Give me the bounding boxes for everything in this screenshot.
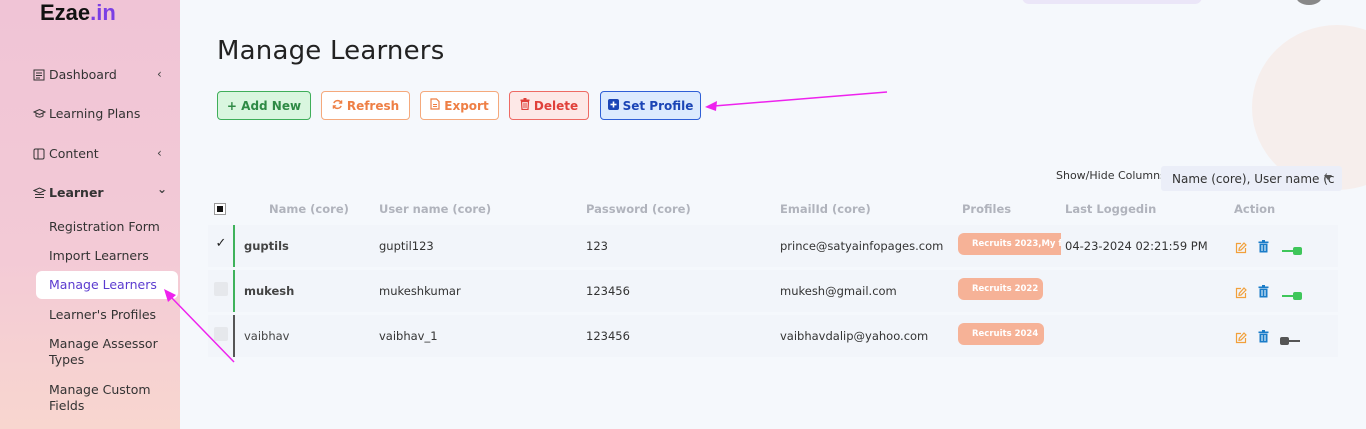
table-row[interactable]: ✓ guptils guptil123 123 prince@satyainfo… [208,225,1338,267]
sidebar-item-content[interactable]: Content ‹ [33,146,162,161]
graduation-cap-icon [32,108,47,120]
chevron-down-icon: ⌄ [157,182,168,196]
trash-icon[interactable] [1258,328,1269,343]
profile-badge: Recruits 2024 [958,323,1044,345]
chevron-left-icon: ‹ [157,146,162,160]
learner-icon [32,186,47,199]
row-checkbox[interactable]: ✓ [214,237,228,251]
sidebar-item-learning-plans[interactable]: Learning Plans [32,106,140,121]
cell-email: prince@satyainfopages.com [780,239,944,253]
trash-icon[interactable] [1258,283,1269,298]
chevron-left-icon: ‹ [157,67,162,81]
cell-username: vaibhav_1 [379,329,438,343]
page-title: Manage Learners [217,36,445,66]
edit-icon[interactable] [1235,329,1247,344]
export-button[interactable]: Export [420,91,499,120]
set-profile-button[interactable]: Set Profile [600,91,701,120]
trash-icon [520,98,530,113]
show-hide-columns-select[interactable]: Name (core), User name (c [1161,166,1342,191]
table-row[interactable]: vaibhav vaibhav_1 123456 vaibhavdalip@ya… [208,315,1338,357]
sidebar-subitem-manage-learners[interactable]: Manage Learners [36,271,178,299]
show-hide-columns-label: Show/Hide Columns: [1056,169,1170,182]
cell-password: 123456 [586,284,630,298]
top-search-pill[interactable] [1022,0,1202,4]
column-header-username[interactable]: User name (core) [379,202,491,216]
avatar[interactable] [1296,0,1322,5]
sidebar-subitem-registration-form[interactable]: Registration Form [49,219,169,235]
sidebar-item-dashboard[interactable]: Dashboard ‹ [33,67,162,82]
cell-password: 123 [586,239,608,253]
cell-username: mukeshkumar [379,284,461,298]
refresh-button[interactable]: Refresh [321,91,410,120]
status-toggle[interactable] [1280,241,1302,255]
row-status-bar [233,270,235,312]
select-all-checkbox[interactable] [214,203,226,215]
profile-badge: Recruits 2022 [958,278,1043,300]
status-toggle[interactable] [1280,331,1302,345]
row-checkbox[interactable] [214,282,228,296]
sidebar-subitem-learners-profiles[interactable]: Learner's Profiles [49,307,169,323]
caret-down-icon [1324,175,1332,180]
sidebar-subitem-import-learners[interactable]: Import Learners [49,248,169,264]
add-new-button[interactable]: + Add New [217,91,311,120]
cell-email: vaibhavdalip@yahoo.com [780,329,929,343]
edit-icon[interactable] [1235,284,1247,299]
profile-badge: Recruits 2023,My first [958,233,1061,255]
sidebar: Ezae.in Dashboard ‹ Learning Plans Conte… [0,0,180,429]
sidebar-subitem-manage-custom-fields[interactable]: Manage Custom Fields [49,382,159,414]
status-toggle[interactable] [1280,286,1302,300]
cell-email: mukesh@gmail.com [780,284,897,298]
row-status-bar [233,315,235,357]
cell-name: guptils [244,239,289,253]
column-header-last-loggedin[interactable]: Last Loggedin [1065,202,1156,216]
dashboard-icon [33,69,45,81]
column-header-password[interactable]: Password (core) [586,202,691,216]
cell-last-loggedin: 04-23-2024 02:21:59 PM [1065,239,1208,253]
content-icon [33,148,45,160]
sidebar-item-learner[interactable]: Learner ⌄ [32,182,167,200]
column-header-email[interactable]: EmailId (core) [780,202,871,216]
trash-icon[interactable] [1258,238,1269,253]
column-header-profiles[interactable]: Profiles [962,202,1011,216]
sidebar-subitem-manage-assessor-types[interactable]: Manage Assessor Types [49,336,159,368]
row-checkbox[interactable] [214,327,228,341]
file-export-icon [430,98,440,113]
cell-username: guptil123 [379,239,434,253]
app-logo[interactable]: Ezae.in [40,0,116,26]
row-status-bar [233,225,235,267]
table-row[interactable]: mukesh mukeshkumar 123456 mukesh@gmail.c… [208,270,1338,312]
plus-square-icon [607,98,619,113]
cell-password: 123456 [586,329,630,343]
delete-button[interactable]: Delete [509,91,589,120]
refresh-icon [332,99,343,113]
column-header-name[interactable]: Name (core) [269,202,349,216]
column-header-action: Action [1234,202,1276,216]
cell-name: vaibhav [244,329,290,343]
edit-icon[interactable] [1235,239,1247,254]
cell-name: mukesh [244,284,295,298]
